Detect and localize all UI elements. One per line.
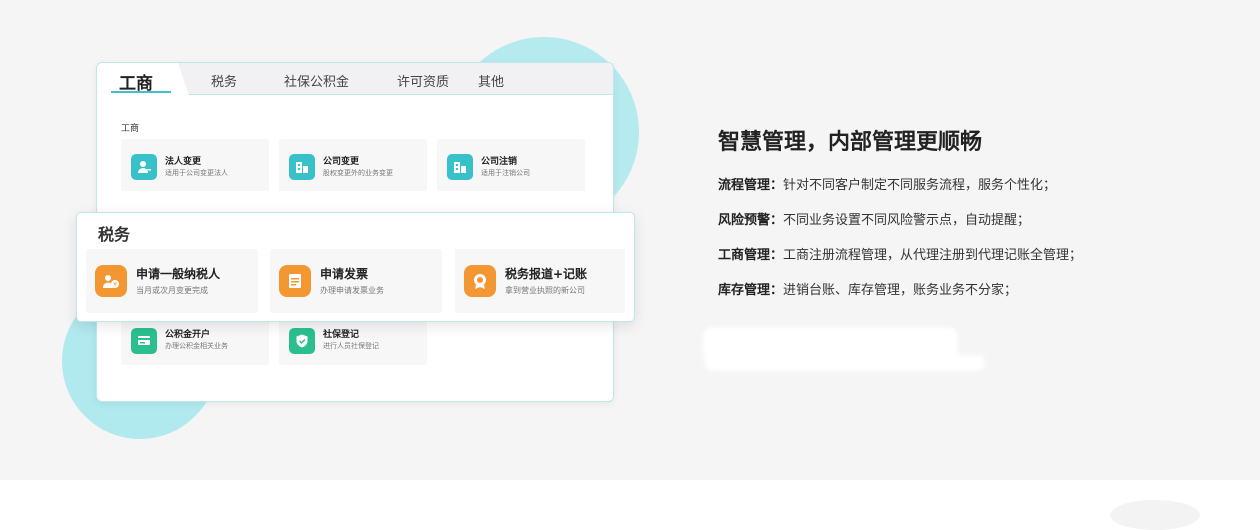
card-title: 公司注销 <box>481 157 518 167</box>
card-shuiwu-baodao[interactable]: 税务报道+记账 拿到营业执照的新公司 <box>455 249 625 313</box>
feature-line-fengxian: 风险预警：不同业务设置不同风险警示点，自动提醒； <box>718 209 1030 228</box>
feature-label: 风险预警： <box>718 213 784 228</box>
card-icon <box>131 328 157 354</box>
card-title: 社保登记 <box>323 330 360 340</box>
card-shenqing-fapiao[interactable]: 申请发票 办理申请发票业务 <box>270 249 442 313</box>
card-subtitle: 进行人员社保登记 <box>323 342 379 350</box>
card-gongjijin-kaihu[interactable]: 公积金开户 办理公积金相关业务 <box>121 317 269 365</box>
card-subtitle: 股权变更外的业务变更 <box>323 169 393 177</box>
feature-line-kucun: 库存管理：进销台账、库存管理，账务业务不分家； <box>718 279 1017 298</box>
building-icon <box>447 154 473 180</box>
card-subtitle: 办理申请发票业务 <box>320 286 384 295</box>
feature-label: 工商管理： <box>718 248 784 263</box>
card-gongsi-zhuxiao[interactable]: 公司注销 适用于注销公司 <box>437 139 585 191</box>
feature-label: 库存管理： <box>718 283 784 298</box>
shield-icon <box>289 328 315 354</box>
card-faren[interactable]: 法人变更 适用于公司变更法人 <box>121 139 269 191</box>
card-subtitle: 办理公积金相关业务 <box>165 342 228 350</box>
card-subtitle: 当月或次月变更完成 <box>136 286 208 295</box>
feature-text: 工商注册流程管理，从代理注册到代理记账全管理； <box>783 248 1083 263</box>
section-label-gongshang: 工商 <box>121 124 140 134</box>
tab-gongshang[interactable]: 工商 <box>97 63 189 95</box>
card-title: 公积金开户 <box>165 330 211 340</box>
card-shebao-dengji[interactable]: 社保登记 进行人员社保登记 <box>279 317 427 365</box>
feature-text: 针对不同客户制定不同服务流程，服务个性化； <box>783 178 1057 193</box>
card-yiban-nashuiren[interactable]: ¥ 申请一般纳税人 当月或次月变更完成 <box>86 249 258 313</box>
section-heading: 智慧管理，内部管理更顺畅 <box>718 130 983 155</box>
card-title: 法人变更 <box>165 157 202 167</box>
tab-xuke[interactable]: 许可资质 <box>397 71 449 90</box>
tab-shebao[interactable]: 社保公积金 <box>284 71 349 90</box>
tax-overlay-panel: 税务 ¥ 申请一般纳税人 当月或次月变更完成 申请发票 办理申请发票业务 税务报… <box>76 212 635 322</box>
card-title: 税务报道+记账 <box>505 267 588 281</box>
card-subtitle: 适用于公司变更法人 <box>165 169 228 177</box>
feature-text: 进销台账、库存管理，账务业务不分家； <box>783 283 1018 298</box>
feature-text: 不同业务设置不同风险警示点，自动提醒； <box>783 213 1031 228</box>
building-icon <box>289 154 315 180</box>
card-title: 公司变更 <box>323 157 360 167</box>
badge-icon <box>464 265 496 297</box>
card-subtitle: 拿到营业执照的新公司 <box>505 286 585 295</box>
feature-label: 流程管理： <box>718 178 784 193</box>
tab-other[interactable]: 其他 <box>478 71 504 90</box>
svg-text:¥: ¥ <box>113 282 117 289</box>
feature-line-gongshang: 工商管理：工商注册流程管理，从代理注册到代理记账全管理； <box>718 244 1082 263</box>
card-gongsi-biangeng[interactable]: 公司变更 股权变更外的业务变更 <box>279 139 427 191</box>
feature-line-liucheng: 流程管理：针对不同客户制定不同服务流程，服务个性化； <box>718 174 1056 193</box>
card-title: 申请一般纳税人 <box>136 267 221 281</box>
coin-person-icon: ¥ <box>95 265 127 297</box>
person-icon <box>131 154 157 180</box>
card-title: 申请发票 <box>320 267 369 281</box>
decor-circle-corner <box>1110 500 1200 530</box>
tab-shuiwu[interactable]: 税务 <box>211 71 237 90</box>
card-subtitle: 适用于注销公司 <box>481 169 530 177</box>
invoice-icon <box>279 265 311 297</box>
overlay-title: 税务 <box>98 225 131 244</box>
tab-bar: 工商 税务 社保公积金 许可资质 其他 <box>97 63 613 95</box>
tab-underline <box>111 91 171 93</box>
blurred-text-area <box>705 355 985 371</box>
